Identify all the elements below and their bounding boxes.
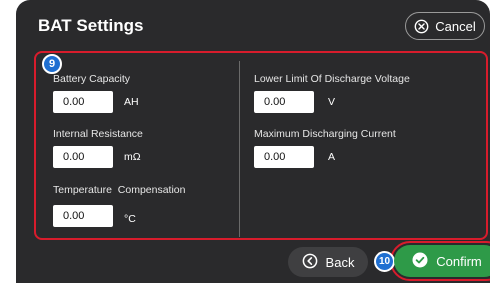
temperature-compensation-label: Temperature Compensation xyxy=(53,184,186,196)
page-title: BAT Settings xyxy=(38,16,144,35)
confirm-button[interactable]: Confirm xyxy=(394,245,490,277)
max-discharging-current-input[interactable]: 0.00 xyxy=(254,146,314,168)
confirm-button-label: Confirm xyxy=(436,253,482,269)
close-circle-icon xyxy=(414,19,429,34)
temperature-compensation-unit: °C xyxy=(124,213,136,225)
max-discharging-current-label: Maximum Discharging Current xyxy=(254,128,396,140)
confirm-step-badge: 10 xyxy=(374,251,395,272)
battery-capacity-unit: AH xyxy=(124,96,139,108)
step-badge: 9 xyxy=(42,54,62,74)
bat-settings-screen: BAT Settings Cancel 9 Battery Capacity 0… xyxy=(16,0,490,283)
internal-resistance-unit: mΩ xyxy=(124,151,141,163)
temperature-compensation-input[interactable]: 0.00 xyxy=(53,205,113,227)
back-button-label: Back xyxy=(325,254,355,270)
lower-limit-discharge-voltage-input[interactable]: 0.00 xyxy=(254,91,314,113)
lower-limit-discharge-voltage-label: Lower Limit Of Discharge Voltage xyxy=(254,73,410,85)
cancel-button[interactable]: Cancel xyxy=(405,12,485,40)
panel-divider xyxy=(239,61,240,237)
battery-capacity-label: Battery Capacity xyxy=(53,73,131,85)
check-circle-icon xyxy=(412,252,428,271)
back-button[interactable]: Back xyxy=(288,247,368,277)
settings-panel: 9 Battery Capacity 0.00 AH Internal Resi… xyxy=(34,51,488,240)
cancel-button-label: Cancel xyxy=(435,18,476,34)
max-discharging-current-unit: A xyxy=(328,151,336,163)
lower-limit-discharge-voltage-unit: V xyxy=(328,96,336,108)
internal-resistance-label: Internal Resistance xyxy=(53,128,143,140)
internal-resistance-input[interactable]: 0.00 xyxy=(53,146,113,168)
back-circle-icon xyxy=(302,253,318,272)
battery-capacity-input[interactable]: 0.00 xyxy=(53,91,113,113)
